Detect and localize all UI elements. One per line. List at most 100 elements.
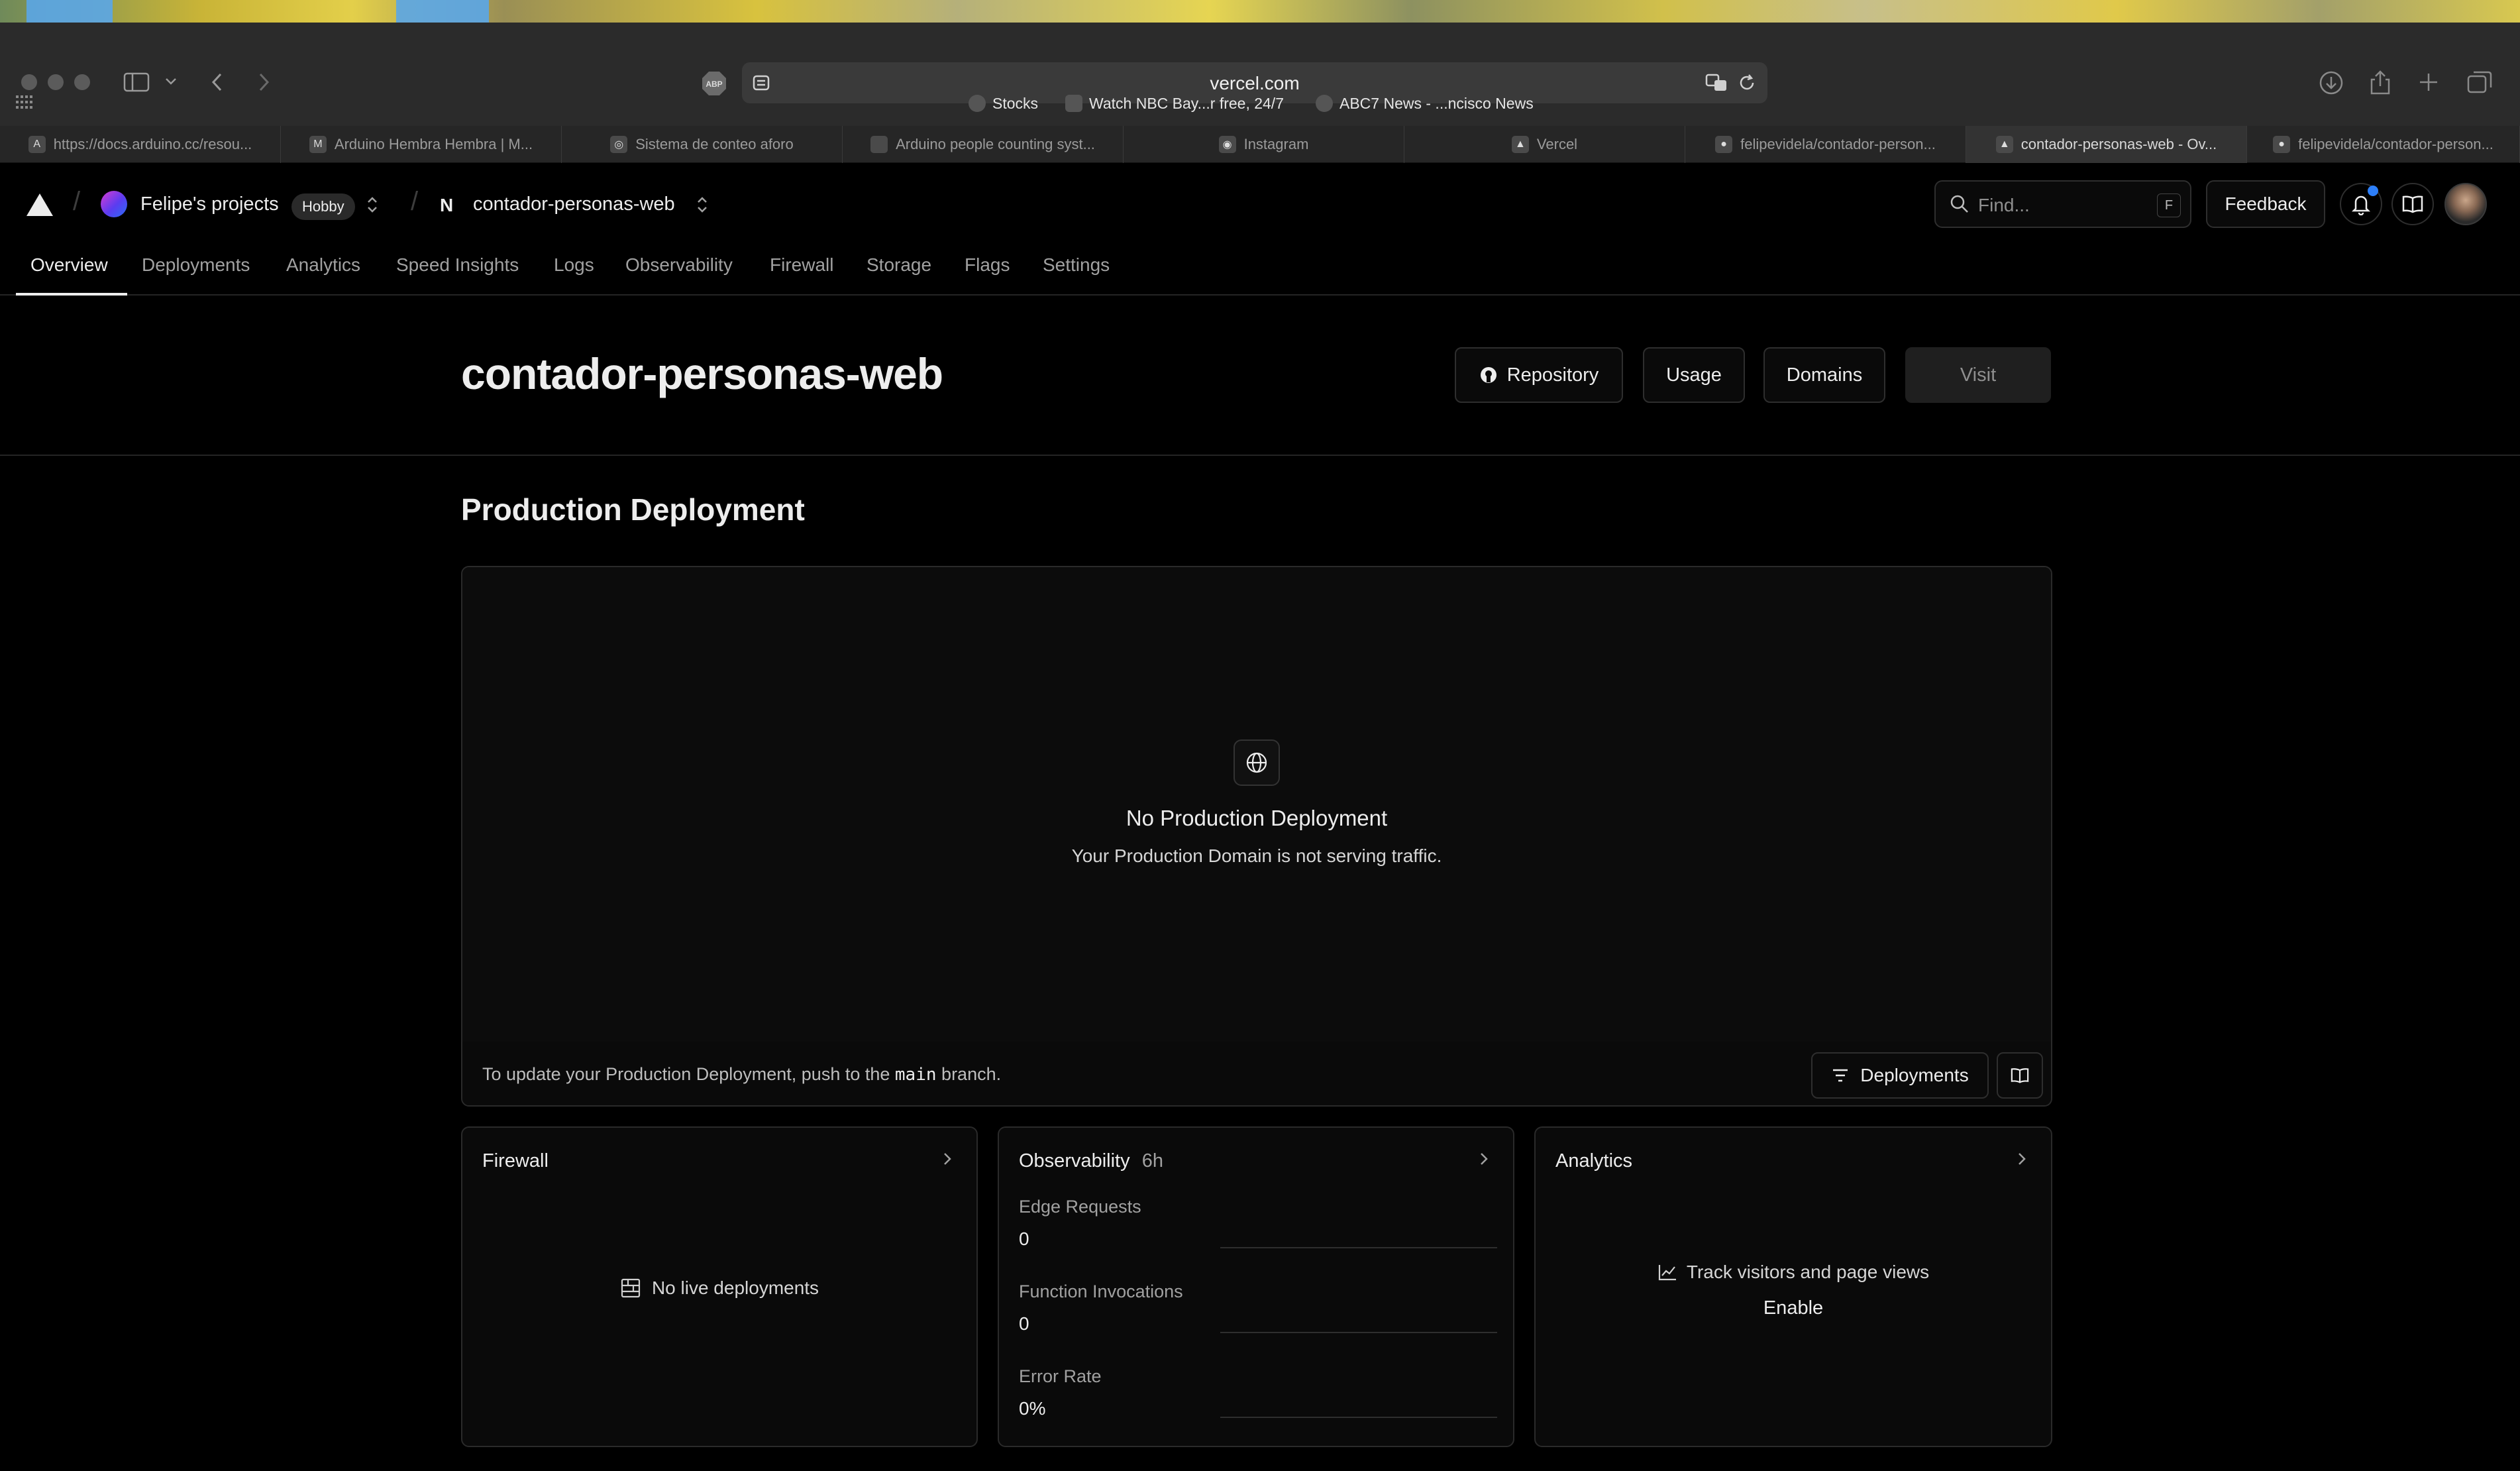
footer-hint-suffix: branch.	[941, 1064, 1002, 1084]
instagram-icon: ◉	[1218, 136, 1236, 153]
find-shortcut-key: F	[2157, 193, 2181, 217]
usage-button[interactable]: Usage	[1643, 347, 1745, 403]
enable-analytics-link[interactable]: Enable	[1536, 1297, 2051, 1319]
chevron-right-icon[interactable]	[1479, 1152, 1489, 1166]
browser-tab[interactable]: ◉ Instagram	[1124, 126, 1404, 163]
metric-label: Error Rate	[1019, 1366, 1102, 1386]
tab-label: felipevidela/contador-person...	[1740, 136, 1936, 152]
tab-overview-icon[interactable]	[2467, 70, 2492, 94]
nbc-icon	[1065, 95, 1082, 112]
chevron-right-icon[interactable]	[2017, 1152, 2027, 1166]
browser-tab-active[interactable]: ▲ contador-personas-web - Ov...	[1966, 126, 2247, 163]
downloads-icon[interactable]	[2319, 70, 2344, 95]
feedback-button[interactable]: Feedback	[2206, 180, 2325, 228]
apps-grid-icon[interactable]	[15, 94, 33, 110]
tab-storage[interactable]: Storage	[866, 254, 931, 276]
browser-tab[interactable]: M Arduino Hembra Hembra | M...	[281, 126, 562, 163]
tab-observability[interactable]: Observability	[625, 254, 733, 276]
find-input[interactable]: Find... F	[1934, 180, 2191, 228]
empty-state-subtitle: Your Production Domain is not serving tr…	[1071, 845, 1442, 866]
footer-hint: To update your Production Deployment, pu…	[482, 1064, 1001, 1085]
minimize-window-button[interactable]	[48, 74, 64, 90]
vercel-logo-icon[interactable]	[25, 192, 54, 217]
browser-tab[interactable]: ▲ Vercel	[1404, 126, 1685, 163]
browser-tab[interactable]: Arduino people counting syst...	[843, 126, 1124, 163]
tab-overview[interactable]: Overview	[30, 254, 108, 276]
adblock-icon[interactable]: ABP	[701, 70, 727, 97]
filter-icon	[1833, 1069, 1848, 1082]
tab-label: Instagram	[1243, 136, 1309, 152]
tab-label: Arduino people counting syst...	[896, 136, 1095, 152]
sidebar-toggle-icon[interactable]	[123, 72, 150, 93]
chevron-right-icon[interactable]	[942, 1152, 953, 1166]
bell-icon	[2351, 195, 2371, 215]
back-icon[interactable]	[209, 72, 225, 93]
tab-analytics[interactable]: Analytics	[286, 254, 360, 276]
docs-button[interactable]	[2391, 183, 2434, 225]
section-title: Production Deployment	[461, 492, 805, 527]
desktop-window-highlight	[396, 0, 489, 23]
tab-label: Arduino Hembra Hembra | M...	[334, 136, 533, 152]
deployment-footer: To update your Production Deployment, pu…	[462, 1042, 2051, 1105]
bookmark-label: Stocks	[992, 94, 1039, 112]
project-header: contador-personas-web Repository Usage D…	[0, 296, 2520, 456]
forward-icon[interactable]	[256, 72, 272, 93]
tab-deployments[interactable]: Deployments	[142, 254, 250, 276]
globe-icon	[1234, 739, 1280, 786]
team-name[interactable]: Felipe's projects	[140, 193, 279, 215]
observability-card[interactable]: Observability 6h Edge Requests 0 Functio…	[998, 1126, 1514, 1447]
bookmark-abc7[interactable]: ABC7 News - ...ncisco News	[1316, 91, 1534, 115]
domains-button[interactable]: Domains	[1763, 347, 1885, 403]
reload-icon[interactable]	[1737, 73, 1757, 93]
card-title: Analytics	[1555, 1150, 1633, 1171]
repository-label: Repository	[1506, 364, 1599, 386]
new-tab-icon[interactable]	[2418, 72, 2439, 93]
notifications-button[interactable]	[2340, 183, 2382, 225]
tab-logs[interactable]: Logs	[554, 254, 594, 276]
deployments-button[interactable]: Deployments	[1811, 1052, 1989, 1099]
browser-tab[interactable]: ● felipevidela/contador-person...	[1685, 126, 1966, 163]
project-name[interactable]: contador-personas-web	[473, 193, 675, 215]
visit-button[interactable]: Visit	[1905, 347, 2051, 403]
user-avatar[interactable]	[2444, 183, 2487, 225]
project-switcher-icon[interactable]	[696, 195, 709, 215]
zoom-window-button[interactable]	[74, 74, 90, 90]
plan-badge: Hobby	[291, 193, 355, 220]
page-icon	[870, 136, 888, 153]
breadcrumb-separator: /	[73, 187, 81, 216]
arduino-icon: A	[28, 136, 46, 153]
tab-speed-insights[interactable]: Speed Insights	[396, 254, 519, 276]
browser-tab[interactable]: ● felipevidela/contador-person...	[2247, 126, 2520, 163]
firewall-empty-text: No live deployments	[651, 1278, 819, 1298]
team-switcher-icon[interactable]	[366, 195, 379, 215]
analytics-empty-state: Track visitors and page views	[1536, 1262, 2051, 1283]
github-icon: ●	[2273, 136, 2291, 153]
footer-hint-prefix: To update your Production Deployment, pu…	[482, 1064, 890, 1084]
time-range: 6h	[1141, 1150, 1163, 1171]
deployment-docs-button[interactable]	[1997, 1052, 2043, 1099]
close-window-button[interactable]	[21, 74, 37, 90]
find-placeholder: Find...	[1978, 195, 2030, 215]
share-icon[interactable]	[2369, 69, 2391, 95]
browser-tab[interactable]: Ahttps://docs.arduino.cc/resou...	[0, 126, 281, 163]
firewall-card[interactable]: Firewall No live deployments	[461, 1126, 978, 1447]
metric-sparkline	[1220, 1247, 1497, 1248]
tab-settings[interactable]: Settings	[1043, 254, 1110, 276]
tab-flags[interactable]: Flags	[965, 254, 1010, 276]
team-avatar[interactable]	[101, 191, 127, 217]
firewall-empty-state: No live deployments	[462, 1278, 976, 1299]
browser-tab[interactable]: ◎ Sistema de conteo aforo	[562, 126, 843, 163]
desktop-window-highlight	[26, 0, 113, 23]
bookmark-stocks[interactable]: Stocks	[969, 91, 1038, 115]
bookmark-nbc[interactable]: Watch NBC Bay...r free, 24/7	[1065, 91, 1284, 115]
repository-button[interactable]: Repository	[1455, 347, 1623, 403]
translate-icon[interactable]	[1705, 73, 1728, 93]
metric-value: 0	[1019, 1228, 1029, 1249]
vercel-header: / Felipe's projects Hobby / N contador-p…	[0, 163, 2520, 249]
tab-firewall[interactable]: Firewall	[770, 254, 833, 276]
chevron-down-icon[interactable]	[164, 77, 178, 86]
deployment-preview-area: No Production Deployment Your Production…	[462, 567, 2051, 1042]
abc7-icon	[1316, 95, 1333, 112]
analytics-card[interactable]: Analytics Track visitors and page views …	[1534, 1126, 2052, 1447]
production-deployment-card: No Production Deployment Your Production…	[461, 566, 2052, 1107]
